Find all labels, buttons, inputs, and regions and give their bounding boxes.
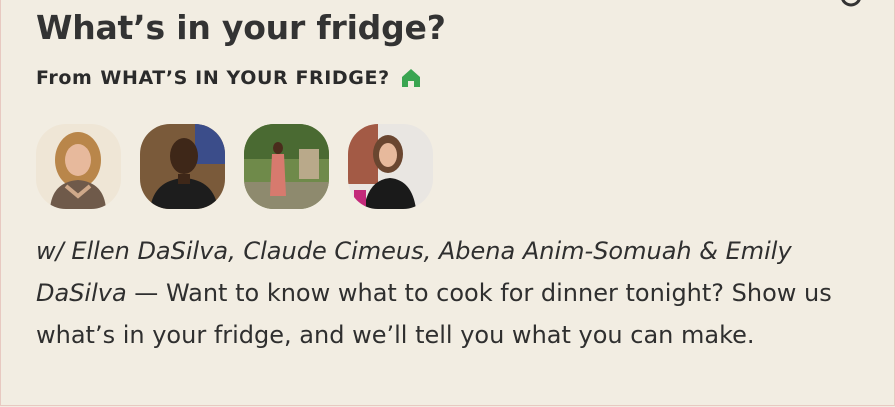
room-title: What’s in your fridge?: [36, 8, 446, 47]
avatar-photo: [36, 124, 121, 209]
avatar-emily-dasilva[interactable]: [348, 124, 433, 209]
avatar-photo: [244, 124, 329, 209]
club-line[interactable]: From WHAT’S IN YOUR FRIDGE?: [36, 67, 422, 89]
house-icon: [401, 69, 420, 87]
room-description: w/ Ellen DaSilva, Claude Cimeus, Abena A…: [36, 230, 856, 356]
settings-icon[interactable]: [836, 0, 866, 8]
avatar-photo: [348, 124, 433, 209]
separator: —: [126, 279, 166, 307]
avatar-photo: [140, 124, 225, 209]
avatar-claude-cimeus[interactable]: [140, 124, 225, 209]
club-name[interactable]: WHAT’S IN YOUR FRIDGE?: [100, 67, 389, 89]
from-label: From: [36, 67, 93, 89]
avatar-ellen-dasilva[interactable]: [36, 124, 121, 209]
speaker-avatars: [36, 124, 433, 209]
avatar-abena-anim-somuah[interactable]: [244, 124, 329, 209]
room-card[interactable]: What’s in your fridge? From WHAT’S IN YO…: [0, 0, 895, 406]
